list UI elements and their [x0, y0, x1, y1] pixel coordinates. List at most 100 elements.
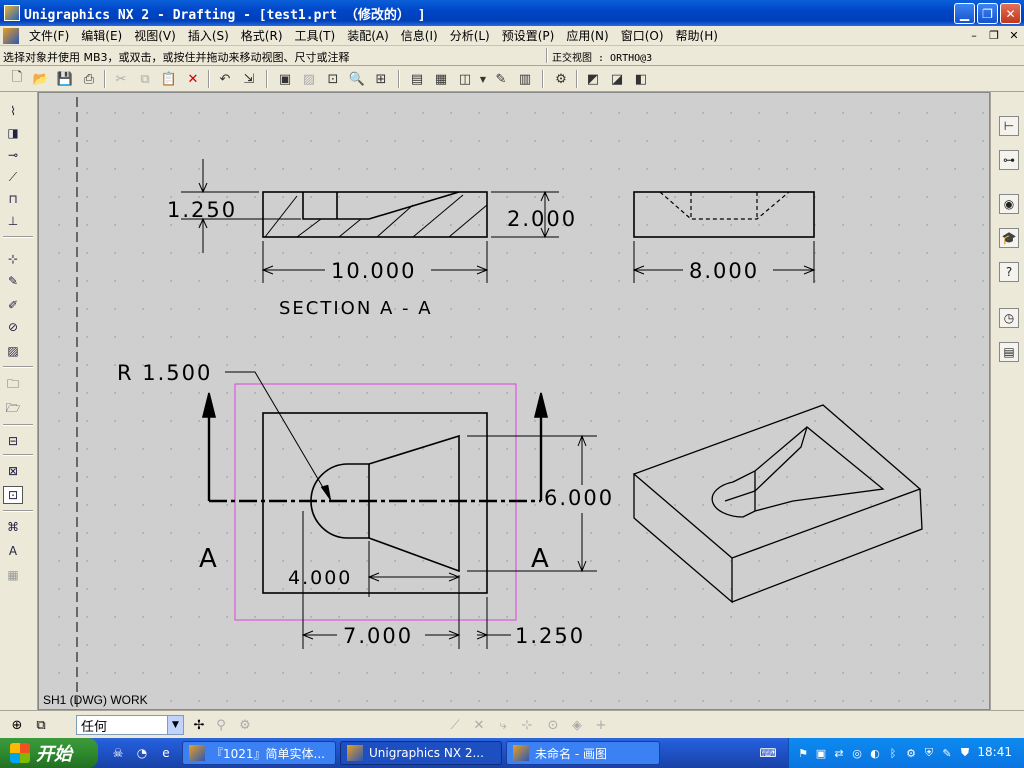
sketch-icon[interactable]: ⌇ [3, 102, 23, 120]
crosshair-icon[interactable]: ⊕ [8, 716, 26, 734]
type-filter-select[interactable]: 任何 ▼ [76, 715, 184, 735]
tray-icon[interactable]: ▣ [813, 745, 829, 761]
menu-help[interactable]: 帮助(H) [670, 27, 724, 44]
fit-icon[interactable]: ▣ [276, 70, 294, 88]
shield-icon[interactable]: ⛨ [921, 745, 937, 761]
close-button[interactable]: ✕ [1000, 3, 1021, 24]
menu-window[interactable]: 窗口(O) [615, 27, 670, 44]
image-icon[interactable]: ▨ [3, 342, 23, 360]
edit-view-icon[interactable]: ✎ [3, 272, 23, 290]
curve-icon[interactable]: ⟋ [3, 168, 23, 186]
section-label[interactable]: SECTION A - A [279, 298, 433, 319]
start-button[interactable]: 开始 [0, 738, 98, 768]
clock-icon[interactable]: ◷ [999, 308, 1019, 328]
security-icon[interactable]: ⛊ [957, 745, 973, 761]
minimize-button[interactable]: ▁ [954, 3, 975, 24]
zoom-icon[interactable]: ⊡ [324, 70, 342, 88]
existing-point-icon[interactable]: + [592, 716, 610, 734]
dimension-icon[interactable]: ⊟ [3, 432, 23, 450]
save-icon[interactable]: 💾 [56, 70, 74, 88]
undo-icon[interactable]: ↶ [216, 70, 234, 88]
chevron-down-icon[interactable]: ▼ [167, 716, 183, 734]
help-icon[interactable]: ? [999, 262, 1019, 282]
menu-tools[interactable]: 工具(T) [289, 27, 342, 44]
intersection-icon[interactable]: ⊹ [518, 716, 536, 734]
dim-4000[interactable]: 4.000 [288, 567, 352, 589]
open-icon[interactable]: 📂 [32, 70, 50, 88]
arc-center-icon[interactable]: ⊙ [544, 716, 562, 734]
folder-add-icon[interactable]: 🗀 [3, 376, 23, 394]
maximize-button[interactable]: ❐ [977, 3, 998, 24]
tray-icon[interactable]: ⚑ [795, 745, 811, 761]
assembly-icon[interactable]: ⚙ [552, 70, 570, 88]
training-icon[interactable]: 🎓 [999, 228, 1019, 248]
folder-open-icon[interactable]: 🗁 [3, 400, 23, 418]
control-point-icon[interactable]: ⤷ [494, 716, 512, 734]
dim-7000[interactable]: 7.000 [343, 624, 413, 648]
part-navigator-icon[interactable]: ⊶ [999, 150, 1019, 170]
doc-close-button[interactable]: ✕ [1006, 28, 1022, 42]
tray-icon[interactable]: ◐ [867, 745, 883, 761]
list-icon[interactable]: ▤ [999, 342, 1019, 362]
note-icon[interactable]: ⊡ [3, 486, 23, 504]
task-button-active[interactable]: Unigraphics NX 2... [340, 741, 502, 765]
zoom-region-icon[interactable]: ▨ [300, 70, 318, 88]
navigator-icon[interactable]: ◧ [632, 70, 650, 88]
menu-assemblies[interactable]: 装配(A) [341, 27, 395, 44]
delete-icon[interactable]: ✕ [184, 70, 202, 88]
quicklaunch-icon[interactable]: ☠ [110, 745, 126, 761]
section-letter-left[interactable]: A [199, 544, 219, 574]
assembly-navigator-icon[interactable]: ⊢ [999, 116, 1019, 136]
filter-reset-icon[interactable]: ⚙ [236, 716, 254, 734]
menu-application[interactable]: 应用(N) [560, 27, 614, 44]
select-icon[interactable]: ⇲ [240, 70, 258, 88]
feature-icon[interactable]: ◨ [3, 124, 23, 142]
snap-icon[interactable]: ✢ [190, 716, 208, 734]
dim-10000[interactable]: 10.000 [331, 259, 416, 283]
drawing-canvas[interactable]: 1.250 2.000 10.000 8.000 SECTION A - A R… [38, 92, 990, 710]
section-letter-right[interactable]: A [531, 544, 551, 574]
menu-analysis[interactable]: 分析(L) [444, 27, 496, 44]
select-mode-icon[interactable]: ⧉ [32, 716, 50, 734]
menu-preferences[interactable]: 预设置(P) [496, 27, 561, 44]
tray-icon[interactable]: ◎ [849, 745, 865, 761]
layer-icon[interactable]: ▦ [432, 70, 450, 88]
pan-icon[interactable]: ⊞ [372, 70, 390, 88]
print-icon[interactable]: ⎙ [80, 70, 98, 88]
annotation-icon[interactable]: ⊠ [3, 462, 23, 480]
view-icon[interactable]: ◫ [456, 70, 474, 88]
quadrant-icon[interactable]: ◈ [568, 716, 586, 734]
table-icon[interactable]: ▥ [516, 70, 534, 88]
table-edit-icon[interactable]: ▦ [3, 566, 23, 584]
doc-minimize-button[interactable]: – [966, 28, 982, 42]
grid-icon[interactable]: ⊓ [3, 190, 23, 208]
menu-format[interactable]: 格式(R) [235, 27, 289, 44]
task-button[interactable]: 『1021』简单实体... [182, 741, 336, 765]
bluetooth-icon[interactable]: ᛒ [885, 745, 901, 761]
dim-1250-left[interactable]: 1.250 [167, 198, 237, 222]
axis-icon[interactable]: ⊥ [3, 212, 23, 230]
magnify-icon[interactable]: 🔍 [348, 70, 366, 88]
keyboard-icon[interactable]: ⌨ [759, 745, 776, 761]
network-icon[interactable]: ⇄ [831, 745, 847, 761]
menu-edit[interactable]: 编辑(E) [75, 27, 128, 44]
part-icon[interactable]: ◪ [608, 70, 626, 88]
dim-1250-bottom[interactable]: 1.250 [515, 624, 585, 648]
document-icon[interactable] [3, 27, 19, 44]
tray-icon[interactable]: ✎ [939, 745, 955, 761]
app-icon[interactable] [4, 5, 20, 21]
cut-icon[interactable]: ✂ [112, 70, 130, 88]
ie-icon[interactable]: e [158, 745, 174, 761]
edit-icon[interactable]: ✎ [492, 70, 510, 88]
menu-file[interactable]: 文件(F) [23, 27, 75, 44]
paste-icon[interactable]: 📋 [160, 70, 178, 88]
isometric-view[interactable] [632, 404, 923, 604]
drawing-icon[interactable]: ▤ [408, 70, 426, 88]
dim-radius[interactable]: R 1.500 [117, 361, 212, 385]
selection-scope-icon[interactable]: ⚲ [212, 716, 230, 734]
mid-point-icon[interactable]: ✕ [470, 716, 488, 734]
menu-insert[interactable]: 插入(S) [182, 27, 235, 44]
menu-information[interactable]: 信息(I) [395, 27, 444, 44]
history-icon[interactable]: ◉ [999, 194, 1019, 214]
pencil-icon[interactable]: ✐ [3, 296, 23, 314]
